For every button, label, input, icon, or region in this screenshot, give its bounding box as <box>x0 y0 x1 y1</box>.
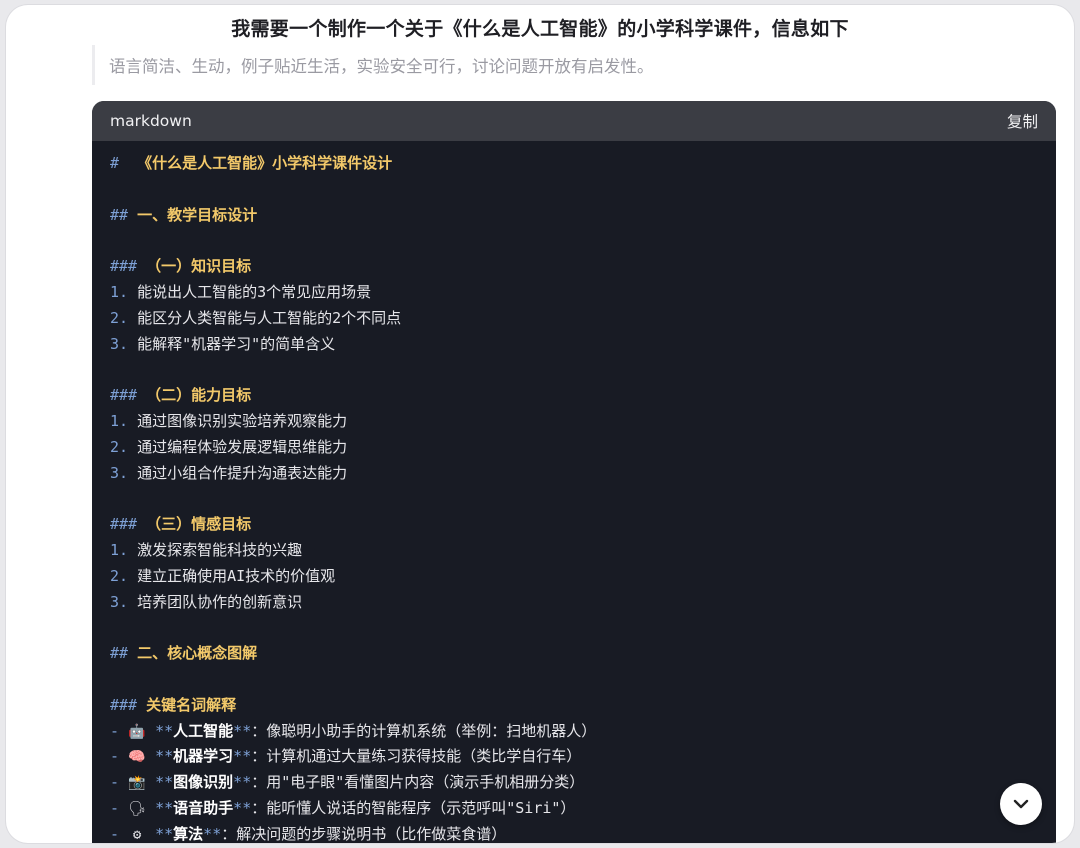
code-line-list-item: 2. 能区分人类智能与人工智能的2个不同点 <box>110 308 402 327</box>
code-line-term: - ⚙ **算法**：解决问题的步骤说明书（比作做菜食谱） <box>110 822 1038 843</box>
code-line-term: - 🗣 **语音助手**：能听懂人说话的智能程序（示范呼叫"Siri"） <box>110 796 1038 822</box>
code-line-list-item: 2. 建立正确使用AI技术的价值观 <box>110 566 336 585</box>
code-line-term: - 📸 **图像识别**：用"电子眼"看懂图片内容（演示手机相册分类） <box>110 770 1038 796</box>
chat-message-card: 我需要一个制作一个关于《什么是人工智能》的小学科学课件，信息如下 语言简洁、生动… <box>6 5 1074 843</box>
speaking-head-icon: 🗣 <box>128 800 146 817</box>
scroll-down-button[interactable] <box>1000 783 1042 825</box>
chevron-down-icon <box>1013 799 1029 809</box>
gear-icon: ⚙ <box>132 826 142 843</box>
code-line-h2: ## 一、教学目标设计 <box>110 205 258 224</box>
code-line-h3: ### （一）知识目标 <box>110 257 252 276</box>
code-line-term: - 🧠 **机器学习**：计算机通过大量练习获得技能（类比学自行车） <box>110 744 1038 770</box>
code-block: markdown 复制 # 《什么是人工智能》小学科学课件设计 ## 一、教学目… <box>92 101 1056 843</box>
camera-icon: 📸 <box>128 775 146 792</box>
code-line-list-item: 2. 通过编程体验发展逻辑思维能力 <box>110 437 348 456</box>
code-line-h3: ### （二）能力目标 <box>110 386 252 405</box>
code-line-term: - 🤖 **人工智能**：像聪明小助手的计算机系统（举例：扫地机器人） <box>110 719 1038 745</box>
message-quote: 语言简洁、生动，例子贴近生活，实验安全可行，讨论问题开放有启发性。 <box>92 45 654 85</box>
code-line-h3: ### 关键名词解释 <box>110 695 237 714</box>
code-line-list-item: 3. 能解释"机器学习"的简单含义 <box>110 334 336 353</box>
code-line-h2: ## 二、核心概念图解 <box>110 644 258 663</box>
code-line-h3: ### （三）情感目标 <box>110 515 252 534</box>
code-line-list-item: 1. 能说出人工智能的3个常见应用场景 <box>110 282 372 301</box>
copy-button[interactable]: 复制 <box>1007 110 1038 132</box>
code-line-list-item: 1. 通过图像识别实验培养观察能力 <box>110 411 348 430</box>
robot-icon: 🤖 <box>128 723 146 740</box>
code-line-list-item: 1. 激发探索智能科技的兴趣 <box>110 540 303 559</box>
message-title: 我需要一个制作一个关于《什么是人工智能》的小学科学课件，信息如下 <box>231 18 849 40</box>
code-line-list-item: 3. 通过小组合作提升沟通表达能力 <box>110 463 348 482</box>
code-header: markdown 复制 <box>92 101 1056 141</box>
code-line-list-item: 3. 培养团队协作的创新意识 <box>110 592 303 611</box>
brain-icon: 🧠 <box>128 749 146 766</box>
code-body: # 《什么是人工智能》小学科学课件设计 ## 一、教学目标设计 ### （一）知… <box>92 141 1056 843</box>
code-line-h1: # 《什么是人工智能》小学科学课件设计 <box>110 154 393 172</box>
code-language-label: markdown <box>110 112 192 130</box>
